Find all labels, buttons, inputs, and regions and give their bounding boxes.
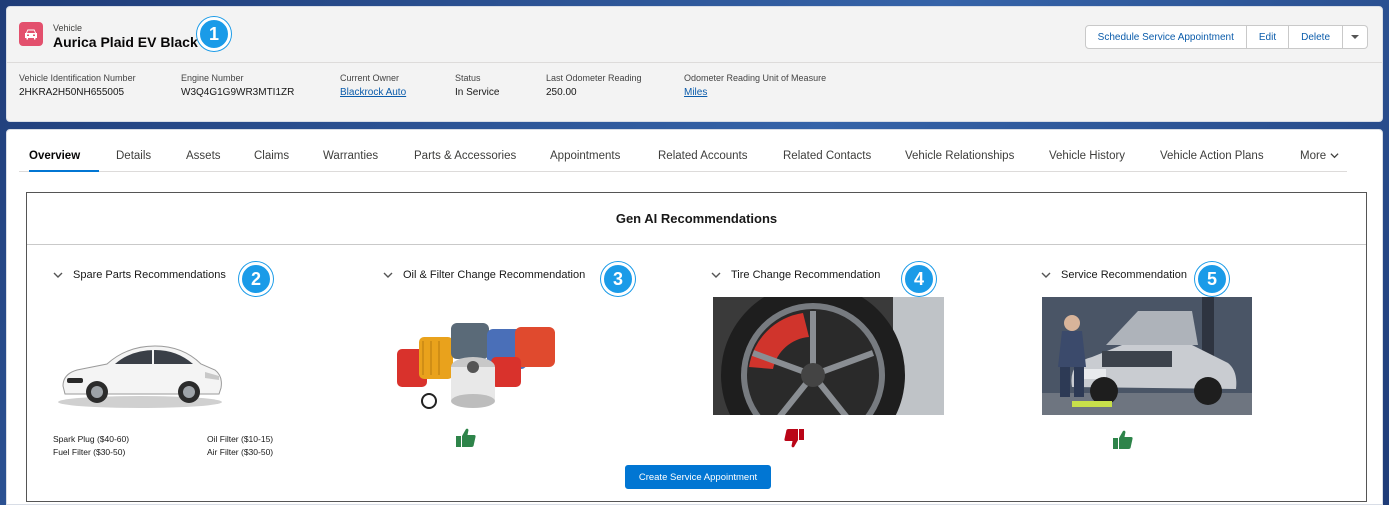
record-header-top: Vehicle Aurica Plaid EV Black 1 Schedule… [7,7,1382,63]
tab-details[interactable]: Details [116,150,151,162]
genai-recommendations-panel: Gen AI Recommendations Spare Parts Recom… [26,192,1367,502]
tab-assets[interactable]: Assets [186,150,221,162]
edit-button[interactable]: Edit [1246,25,1290,49]
current-owner-link[interactable]: Blackrock Auto [340,87,406,98]
section-spare-parts-title: Spare Parts Recommendations [73,269,226,281]
chevron-down-icon [711,272,721,278]
chevron-down-icon [1041,272,1051,278]
section-service[interactable]: Service Recommendation [1041,269,1187,281]
highlights-panel: Vehicle Identification Number 2HKRA2H50N… [7,67,1382,117]
oil-filters-image [397,323,555,409]
tire-image [713,297,944,415]
car-image [58,345,222,408]
tab-claims[interactable]: Claims [254,150,289,162]
chevron-down-icon [1351,35,1359,39]
part-oil-filter: Oil Filter ($10-15) [207,434,274,444]
service-image [1042,297,1252,415]
delete-button[interactable]: Delete [1289,25,1343,49]
parts-list: Oil Filter ($10-15) Air Filter ($30-50) [207,433,273,459]
tab-more[interactable]: More [1300,150,1339,162]
odometer-unit-link[interactable]: Miles [684,87,826,98]
callout-badge: 5 [1195,262,1229,296]
schedule-service-appointment-button[interactable]: Schedule Service Appointment [1084,25,1247,49]
tab-related-accounts[interactable]: Related Accounts [658,150,748,162]
active-tab-indicator [29,170,99,172]
callout-badge: 2 [239,262,273,296]
field-current-owner: Current Owner Blackrock Auto [340,73,407,98]
tab-overview[interactable]: Overview [29,150,80,162]
field-vin: Vehicle Identification Number 2HKRA2H50N… [19,73,136,98]
more-actions-button[interactable] [1343,25,1368,49]
callout-badge: 4 [902,262,936,296]
create-service-appointment-button[interactable]: Create Service Appointment [625,465,771,489]
object-label: Vehicle [53,23,83,33]
field-engine-number: Engine Number W3Q4G1G9WR3MTI1ZR [181,73,295,98]
callout-badge: 3 [601,262,635,296]
tab-warranties[interactable]: Warranties [323,150,378,162]
chevron-down-icon [1330,153,1339,159]
thumbs-up-icon[interactable] [455,427,477,449]
vehicle-icon [19,22,43,46]
field-status: Status In Service [455,73,500,98]
chevron-down-icon [383,272,393,278]
tab-parts-accessories[interactable]: Parts & Accessories [414,150,516,162]
record-actions: Schedule Service Appointment Edit Delete [1084,25,1368,49]
record-header: Vehicle Aurica Plaid EV Black 1 Schedule… [6,6,1383,122]
tab-vehicle-history[interactable]: Vehicle History [1049,150,1125,162]
chevron-down-icon [53,272,63,278]
genai-title: Gen AI Recommendations [27,193,1366,245]
field-odometer-unit: Odometer Reading Unit of Measure Miles [684,73,827,98]
tab-vehicle-relationships[interactable]: Vehicle Relationships [905,150,1014,162]
section-oil-filter-title: Oil & Filter Change Recommendation [403,269,586,281]
tab-more-label: More [1300,150,1327,162]
tab-related-contacts[interactable]: Related Contacts [783,150,871,162]
record-name: Aurica Plaid EV Black [53,34,198,50]
tab-vehicle-action-plans[interactable]: Vehicle Action Plans [1160,150,1264,162]
part-air-filter: Air Filter ($30-50) [207,447,274,457]
section-tire-change-title: Tire Change Recommendation [731,269,881,281]
thumbs-up-icon[interactable] [1112,429,1134,451]
section-spare-parts[interactable]: Spare Parts Recommendations [53,269,226,281]
section-oil-filter[interactable]: Oil & Filter Change Recommendation [383,269,585,281]
callout-badge: 1 [197,17,231,51]
tab-bar: Overview Details Assets Claims Warrantie… [19,142,1347,172]
part-fuel-filter: Fuel Filter ($30-50) [53,447,126,457]
section-tire-change[interactable]: Tire Change Recommendation [711,269,880,281]
field-last-odometer: Last Odometer Reading 250.00 [546,73,642,98]
section-service-title: Service Recommendation [1061,269,1187,281]
parts-list: Spark Plug ($40-60) Fuel Filter ($30-50) [53,433,129,459]
part-spark-plug: Spark Plug ($40-60) [53,434,130,444]
tab-appointments[interactable]: Appointments [550,150,620,162]
thumbs-down-icon[interactable] [783,427,805,449]
record-body: Overview Details Assets Claims Warrantie… [6,129,1383,505]
